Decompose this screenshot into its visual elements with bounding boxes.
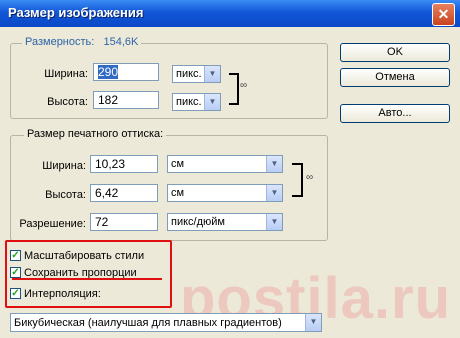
window-title: Размер изображения bbox=[8, 5, 144, 20]
resolution-field[interactable]: 72 bbox=[90, 213, 158, 231]
document-size-legend: Размер печатного оттиска: bbox=[24, 128, 167, 140]
pixel-link-bracket bbox=[229, 73, 239, 105]
image-size-dialog: Размер изображения ✕ Размерность: 154,6K… bbox=[0, 0, 460, 338]
cancel-button[interactable]: Отмена bbox=[340, 68, 450, 87]
doc-link-bracket bbox=[292, 163, 303, 197]
pixel-width-unit: пикс. bbox=[176, 68, 202, 80]
chevron-down-icon[interactable]: ▼ bbox=[266, 214, 282, 230]
resample-method-select[interactable]: Бикубическая (наилучшая для плавных град… bbox=[10, 313, 322, 332]
pixel-height-unit: пикс. bbox=[176, 96, 202, 108]
doc-width-field[interactable]: 10,23 bbox=[90, 155, 158, 173]
chevron-down-icon[interactable]: ▼ bbox=[266, 185, 282, 201]
pixel-width-value: 290 bbox=[98, 65, 119, 79]
pixel-width-field[interactable]: 290 bbox=[93, 63, 159, 81]
highlight-underline bbox=[12, 278, 162, 280]
resolution-unit-select[interactable]: пикс/дюйм ▼ bbox=[167, 213, 283, 231]
chain-link-icon: ∞ bbox=[306, 172, 314, 183]
close-button[interactable]: ✕ bbox=[432, 3, 455, 26]
chevron-down-icon[interactable]: ▼ bbox=[266, 156, 282, 172]
resolution-label: Разрешение: bbox=[19, 218, 86, 230]
ok-button[interactable]: OK bbox=[340, 43, 450, 62]
resolution-unit: пикс/дюйм bbox=[171, 216, 225, 228]
pixel-width-unit-select[interactable]: пикс. ▼ bbox=[172, 65, 221, 83]
document-size-label: Размер печатного оттиска: bbox=[27, 128, 164, 140]
pixel-height-label: Высота: bbox=[47, 96, 88, 108]
doc-height-unit: см bbox=[171, 187, 185, 199]
doc-width-label: Ширина: bbox=[42, 160, 86, 172]
pixel-height-unit-select[interactable]: пикс. ▼ bbox=[172, 93, 221, 111]
doc-height-unit-select[interactable]: см ▼ bbox=[167, 184, 283, 202]
highlight-box bbox=[5, 240, 172, 308]
resolution-value: 72 bbox=[95, 215, 109, 229]
chevron-down-icon[interactable]: ▼ bbox=[204, 66, 220, 82]
pixel-dimensions-size: 154,6K bbox=[103, 36, 139, 48]
chain-link-icon: ∞ bbox=[240, 80, 248, 91]
doc-width-value: 10,23 bbox=[95, 157, 126, 171]
doc-height-value: 6,42 bbox=[95, 186, 119, 200]
doc-width-unit: см bbox=[171, 158, 185, 170]
doc-height-label: Высота: bbox=[45, 189, 86, 201]
chevron-down-icon[interactable]: ▼ bbox=[204, 94, 220, 110]
pixel-dimensions-legend: Размерность: 154,6K bbox=[22, 36, 142, 48]
pixel-height-field[interactable]: 182 bbox=[93, 91, 159, 109]
pixel-height-value: 182 bbox=[98, 93, 119, 107]
doc-width-unit-select[interactable]: см ▼ bbox=[167, 155, 283, 173]
resample-method: Бикубическая (наилучшая для плавных град… bbox=[14, 317, 282, 329]
doc-height-field[interactable]: 6,42 bbox=[90, 184, 158, 202]
pixel-dimensions-label: Размерность: bbox=[25, 36, 95, 48]
pixel-width-label: Ширина: bbox=[44, 68, 88, 80]
auto-button[interactable]: Авто... bbox=[340, 104, 450, 123]
chevron-down-icon[interactable]: ▼ bbox=[305, 314, 321, 331]
title-bar: Размер изображения ✕ bbox=[0, 0, 460, 27]
